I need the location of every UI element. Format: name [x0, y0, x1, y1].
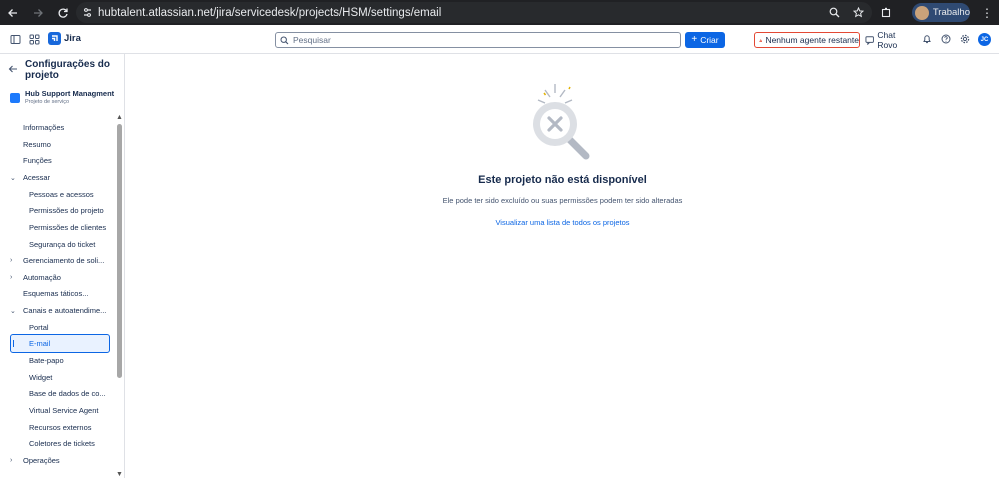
project-type: Projeto de serviço [25, 99, 70, 105]
back-arrow-icon[interactable] [8, 64, 18, 77]
zoom-icon[interactable] [824, 2, 844, 23]
forward-icon[interactable] [25, 0, 50, 25]
user-avatar[interactable]: JC [978, 33, 991, 46]
scroll-up-icon[interactable]: ▲ [116, 114, 123, 121]
sidebar-item-label: Canais e autoatendime... [23, 306, 107, 315]
sidebar-item-gerenciamento[interactable]: › Gerenciamento de soli... [10, 253, 105, 268]
sidebar-item-bate-papo[interactable]: Bate-papo [29, 353, 64, 368]
sidebar-item-operacoes[interactable]: › Operações [10, 453, 60, 468]
sidebar-item-label: Resumo [23, 140, 51, 149]
chevron-down-icon[interactable]: ⌄ [10, 174, 16, 182]
help-icon[interactable] [939, 32, 953, 46]
sidebar-item-email[interactable]: E-mail [10, 334, 110, 353]
search-icon [280, 36, 289, 44]
project-settings-sidebar: Configurações do projeto Hub Support Man… [0, 54, 125, 478]
selected-indicator [13, 340, 14, 347]
browser-toolbar: hubtalent.atlassian.net/jira/servicedesk… [0, 0, 999, 25]
project-unavailable-illustration [533, 84, 590, 160]
sidebar-item-label: Permissões de clientes [29, 223, 107, 232]
settings-gear-icon[interactable] [958, 32, 972, 46]
sidebar-item-widget[interactable]: Widget [29, 370, 52, 385]
jira-top-nav: Jira Pesquisar + Criar Nenhum agente res… [0, 25, 999, 54]
project-name: Hub Support Managment [25, 89, 115, 98]
profile-button[interactable]: Trabalho [912, 3, 970, 22]
back-icon[interactable] [0, 0, 25, 25]
sidebar-item-permissoes-clientes[interactable]: Permissões de clientes [29, 220, 106, 235]
site-info-icon[interactable] [76, 2, 98, 23]
empty-state-description: Ele pode ter sido excluído ou suas permi… [442, 196, 683, 205]
sidebar-item-label: Funções [23, 156, 52, 165]
sidebar-item-portal[interactable]: Portal [29, 320, 49, 335]
chat-rovo-label: Chat Rovo [877, 30, 898, 50]
app-name[interactable]: Jira [64, 33, 81, 44]
scroll-down-icon[interactable]: ▼ [116, 471, 123, 478]
profile-avatar [915, 5, 929, 20]
scrollbar-thumb[interactable] [117, 124, 122, 378]
create-label: Criar [700, 35, 719, 45]
sidebar-item-label: Portal [29, 323, 49, 332]
sidebar-item-label: Pessoas e acessos [29, 190, 94, 199]
sidebar-item-label: Coletores de tickets [29, 439, 95, 448]
chevron-right-icon[interactable]: › [10, 274, 12, 281]
chevron-down-icon[interactable]: ⌄ [10, 307, 16, 315]
sidebar-item-label: Gerenciamento de soli... [23, 256, 105, 265]
sidebar-item-label: Automação [23, 273, 61, 282]
sidebar-item-recursos-externos[interactable]: Recursos externos [29, 420, 92, 435]
sidebar-item-informacoes[interactable]: Informações [23, 120, 64, 135]
sidebar-item-base-dados[interactable]: Base de dados de co... [29, 386, 106, 401]
main-content: Este projeto não está disponível Ele pod… [126, 54, 999, 478]
sidebar-item-label: Esquemas táticos... [23, 289, 89, 298]
sidebar-item-virtual-agent[interactable]: Virtual Service Agent [29, 403, 99, 418]
sidebar-item-label: Virtual Service Agent [29, 406, 99, 415]
sidebar-item-label: Operações [23, 456, 60, 465]
notifications-icon[interactable] [920, 32, 934, 46]
url-text: hubtalent.atlassian.net/jira/servicedesk… [98, 6, 442, 19]
sidebar-item-seguranca-ticket[interactable]: Segurança do ticket [29, 237, 95, 252]
plus-icon: + [691, 34, 698, 45]
sidebar-title: Configurações do projeto [25, 59, 111, 81]
agent-warning-label: Nenhum agente restante [765, 35, 859, 45]
app-switcher-icon[interactable] [26, 31, 42, 47]
empty-state-title: Este projeto não está disponível [478, 174, 647, 186]
sidebar-item-label: E-mail [29, 339, 51, 348]
sidebar-item-pessoas-acessos[interactable]: Pessoas e acessos [29, 187, 94, 202]
reload-icon[interactable] [50, 0, 75, 25]
chat-icon [865, 36, 874, 45]
jira-logo-icon[interactable] [48, 32, 61, 45]
chevron-right-icon[interactable]: › [10, 257, 12, 264]
browser-menu-icon[interactable]: ⋮ [979, 2, 995, 23]
address-bar[interactable]: hubtalent.atlassian.net/jira/servicedesk… [76, 2, 872, 23]
sidebar-item-label: Bate-papo [29, 356, 64, 365]
sidebar-item-label: Informações [23, 123, 65, 132]
agent-warning-button[interactable]: Nenhum agente restante [754, 32, 860, 48]
sidebar-item-label: Acessar [23, 173, 51, 182]
warning-icon [759, 38, 763, 42]
sidebar-item-label: Permissões do projeto [29, 206, 104, 215]
project-avatar-icon [10, 93, 20, 103]
extensions-icon[interactable] [876, 2, 896, 23]
sidebar-item-funcoes[interactable]: Funções [23, 153, 52, 168]
sidebar-item-resumo[interactable]: Resumo [23, 137, 51, 152]
sidebar-scrollbar[interactable]: ▲ ▼ [115, 114, 123, 478]
profile-label: Trabalho [932, 7, 970, 18]
sidebar-item-label: Widget [29, 373, 53, 382]
sidebar-toggle-icon[interactable] [7, 31, 23, 47]
sidebar-item-label: Recursos externos [29, 423, 92, 432]
sidebar-item-canais[interactable]: ⌄ Canais e autoatendime... [10, 303, 107, 318]
search-input[interactable]: Pesquisar [275, 32, 681, 48]
bookmark-star-icon[interactable] [848, 2, 868, 23]
search-placeholder: Pesquisar [293, 35, 331, 45]
sidebar-item-acessar[interactable]: ⌄ Acessar [10, 170, 51, 185]
sidebar-item-label: Base de dados de co... [29, 389, 106, 398]
chat-rovo-button[interactable]: Chat Rovo [865, 30, 915, 50]
sidebar-item-automacao[interactable]: › Automação [10, 270, 61, 285]
sidebar-item-esquemas[interactable]: Esquemas táticos... [23, 286, 88, 301]
sidebar-item-coletores[interactable]: Coletores de tickets [29, 436, 95, 451]
sidebar-item-label: Segurança do ticket [29, 240, 96, 249]
sidebar-item-permissoes-projeto[interactable]: Permissões do projeto [29, 203, 104, 218]
view-all-projects-link[interactable]: Visualizar uma lista de todos os projeto… [126, 218, 999, 227]
create-button[interactable]: + Criar [685, 32, 725, 48]
chevron-right-icon[interactable]: › [10, 457, 12, 464]
